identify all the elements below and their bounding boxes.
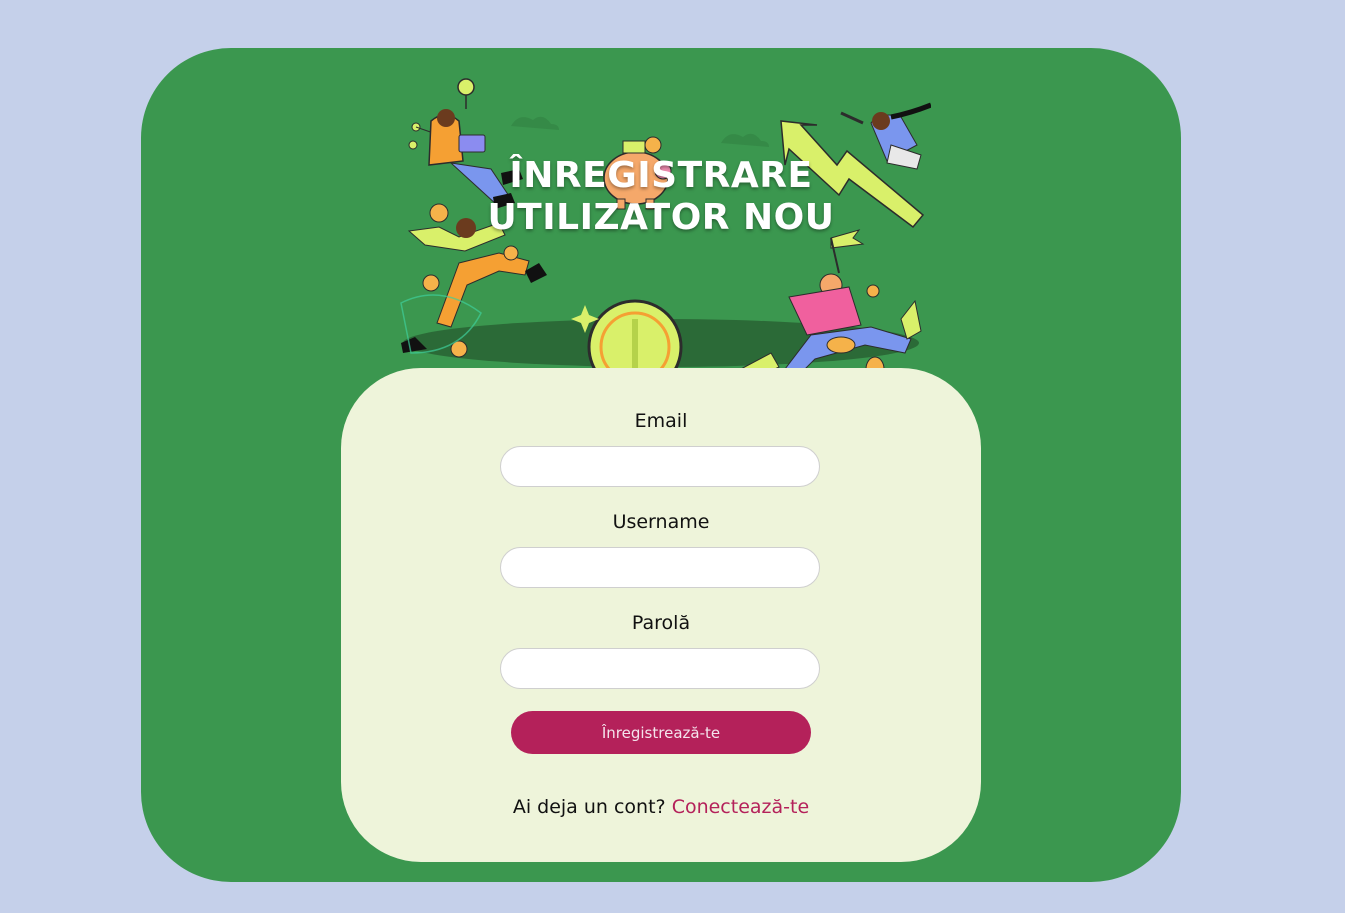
- username-field[interactable]: [500, 547, 820, 588]
- page-title-line-1: ÎNREGISTRARE: [509, 155, 813, 196]
- login-prompt: Ai deja un cont? Conectează-te: [341, 796, 981, 818]
- username-label: Username: [612, 511, 710, 533]
- login-prompt-text: Ai deja un cont?: [512, 796, 666, 818]
- registration-card: ÎNREGISTRARE UTILIZATOR NOU Email Userna…: [141, 48, 1181, 882]
- registration-form: Email Username Parolă Înregistrează-te A…: [341, 368, 981, 862]
- cloud-icon: [511, 116, 559, 130]
- email-label: Email: [634, 410, 688, 432]
- hero-illustration: ÎNREGISTRARE UTILIZATOR NOU: [391, 73, 931, 369]
- register-button[interactable]: Înregistrează-te: [511, 711, 811, 754]
- password-label: Parolă: [631, 612, 691, 634]
- email-field[interactable]: [500, 446, 820, 487]
- cloud-icon: [721, 133, 769, 147]
- page-title-line-2: UTILIZATOR NOU: [487, 197, 835, 238]
- login-link[interactable]: Conectează-te: [672, 796, 809, 818]
- password-field[interactable]: [500, 648, 820, 689]
